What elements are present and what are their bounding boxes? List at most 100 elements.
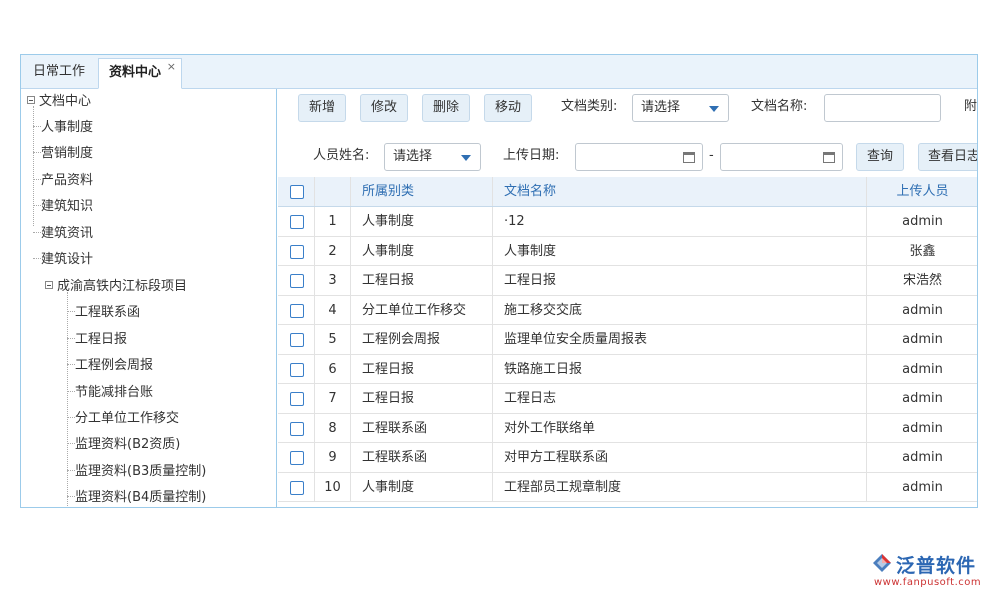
tree-subitem-label: 分工单位工作移交 (75, 411, 179, 426)
row-checkbox[interactable] (290, 274, 304, 288)
query-button[interactable]: 查询 (856, 143, 904, 171)
collapse-icon[interactable] (27, 96, 35, 104)
row-checkbox[interactable] (290, 481, 304, 495)
document-tree: 文档中心 人事制度 营销制度 产品资料 建筑知识 建筑资讯 建筑设计 成渝高铁内… (21, 89, 277, 508)
row-doc-name[interactable]: 监理单位安全质量周报表 (493, 325, 867, 354)
tree-root[interactable]: 文档中心 (27, 93, 91, 111)
row-uploader: admin (867, 325, 978, 354)
header-doc-name[interactable]: 文档名称 (493, 177, 867, 206)
tree-item-label: 建筑设计 (41, 252, 93, 267)
tree-item[interactable]: 建筑知识 (33, 198, 93, 216)
add-button[interactable]: 新增 (298, 94, 346, 122)
row-category: 人事制度 (351, 207, 493, 236)
row-doc-name[interactable]: 人事制度 (493, 237, 867, 266)
select-value: 请选择 (393, 149, 432, 164)
upload-date-label: 上传日期: (503, 142, 559, 170)
tree-item-label: 建筑资讯 (41, 226, 93, 241)
table-row[interactable]: 10人事制度工程部员工规章制度admin (278, 473, 978, 503)
tree-subitem[interactable]: 分工单位工作移交 (67, 410, 179, 428)
tree-subitem[interactable]: 工程联系函 (67, 304, 140, 322)
row-category: 工程日报 (351, 384, 493, 413)
doc-type-select[interactable]: 请选择 (632, 94, 729, 122)
row-index: 7 (315, 384, 351, 413)
calendar-icon[interactable] (683, 152, 695, 163)
table-row[interactable]: 2人事制度人事制度张鑫 (278, 237, 978, 267)
row-doc-name[interactable]: 对外工作联络单 (493, 414, 867, 443)
table-row[interactable]: 8工程联系函对外工作联络单admin (278, 414, 978, 444)
collapse-icon[interactable] (45, 281, 53, 289)
table-row[interactable]: 1人事制度·12admin (278, 207, 978, 237)
tree-item[interactable]: 产品资料 (33, 172, 93, 190)
row-doc-name[interactable]: 工程部员工规章制度 (493, 473, 867, 502)
date-from-input[interactable] (575, 143, 703, 171)
tree-subitem[interactable]: 节能减排台账 (67, 384, 153, 402)
table-row[interactable]: 9工程联系函对甲方工程联系函admin (278, 443, 978, 473)
tree-subitem-label: 监理资料(B3质量控制) (75, 464, 206, 479)
row-checkbox[interactable] (290, 422, 304, 436)
tree-item[interactable]: 建筑设计 (33, 251, 93, 269)
row-category: 工程日报 (351, 266, 493, 295)
row-uploader: admin (867, 414, 978, 443)
table-row[interactable]: 7工程日报工程日志admin (278, 384, 978, 414)
select-all-checkbox[interactable] (290, 185, 304, 199)
row-index: 5 (315, 325, 351, 354)
tree-item[interactable]: 营销制度 (33, 145, 93, 163)
row-category: 工程例会周报 (351, 325, 493, 354)
tree-item[interactable]: 人事制度 (33, 119, 93, 137)
row-uploader: admin (867, 296, 978, 325)
row-doc-name[interactable]: 工程日报 (493, 266, 867, 295)
row-index: 1 (315, 207, 351, 236)
row-checkbox[interactable] (290, 333, 304, 347)
row-checkbox[interactable] (290, 392, 304, 406)
row-doc-name[interactable]: 对甲方工程联系函 (493, 443, 867, 472)
row-uploader: admin (867, 443, 978, 472)
row-uploader: admin (867, 207, 978, 236)
row-doc-name[interactable]: ·12 (493, 207, 867, 236)
tree-subitem[interactable]: 监理资料(B4质量控制) (67, 489, 206, 507)
logo-url: www.fanpusoft.com (874, 577, 981, 588)
checkbox-cell (278, 207, 315, 236)
tree-subitem-label: 监理资料(B4质量控制) (75, 490, 206, 505)
tree-item[interactable]: 建筑资讯 (33, 225, 93, 243)
row-category: 工程联系函 (351, 414, 493, 443)
app-window: 日常工作 资料中心× 文档中心 人事制度 营销制度 产品资料 建筑知识 建筑资讯… (20, 54, 978, 508)
tree-subitem[interactable]: 工程日报 (67, 331, 127, 349)
tree-subitem[interactable]: 监理资料(B3质量控制) (67, 463, 206, 481)
delete-button[interactable]: 删除 (422, 94, 470, 122)
tree-subitem-label: 工程日报 (75, 332, 127, 347)
move-button[interactable]: 移动 (484, 94, 532, 122)
row-doc-name[interactable]: 工程日志 (493, 384, 867, 413)
row-checkbox[interactable] (290, 245, 304, 259)
row-category: 人事制度 (351, 237, 493, 266)
header-category[interactable]: 所属别类 (351, 177, 493, 206)
table-row[interactable]: 3工程日报工程日报宋浩然 (278, 266, 978, 296)
checkbox-cell (278, 237, 315, 266)
row-doc-name[interactable]: 施工移交交底 (493, 296, 867, 325)
row-checkbox[interactable] (290, 215, 304, 229)
row-doc-name[interactable]: 铁路施工日报 (493, 355, 867, 384)
edit-button[interactable]: 修改 (360, 94, 408, 122)
tree-subitem[interactable]: 工程例会周报 (67, 357, 153, 375)
tree-subitem-label: 工程例会周报 (75, 358, 153, 373)
tab-document-center[interactable]: 资料中心× (98, 58, 182, 89)
row-uploader: admin (867, 355, 978, 384)
calendar-icon[interactable] (823, 152, 835, 163)
table-row[interactable]: 6工程日报铁路施工日报admin (278, 355, 978, 385)
doc-name-label: 文档名称: (751, 93, 807, 121)
row-category: 工程日报 (351, 355, 493, 384)
view-log-button[interactable]: 查看日志 (918, 143, 978, 171)
row-checkbox[interactable] (290, 451, 304, 465)
date-to-input[interactable] (720, 143, 843, 171)
row-checkbox[interactable] (290, 363, 304, 377)
close-icon[interactable]: × (167, 54, 176, 81)
table-header: 所属别类 文档名称 上传人员 (278, 177, 978, 207)
doc-name-input[interactable] (824, 94, 941, 122)
tab-daily-work[interactable]: 日常工作 (23, 58, 95, 89)
header-uploader[interactable]: 上传人员 (867, 177, 978, 206)
row-checkbox[interactable] (290, 304, 304, 318)
person-name-select[interactable]: 请选择 (384, 143, 481, 171)
tree-subitem[interactable]: 监理资料(B2资质) (67, 436, 180, 454)
table-row[interactable]: 5工程例会周报监理单位安全质量周报表admin (278, 325, 978, 355)
table-row[interactable]: 4分工单位工作移交施工移交交底admin (278, 296, 978, 326)
checkbox-cell (278, 266, 315, 295)
